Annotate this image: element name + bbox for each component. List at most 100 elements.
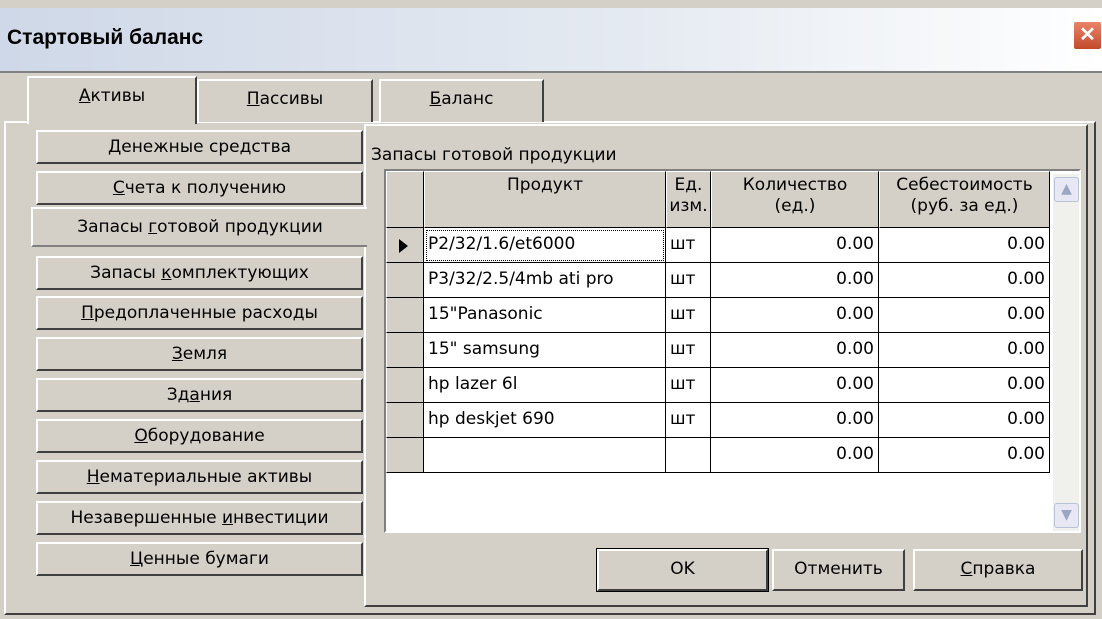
cancel-button[interactable]: Отменить [772, 549, 905, 591]
category-label-accel: а [189, 385, 200, 405]
column-header-unit-line2: изм. [669, 196, 708, 216]
cell-product[interactable]: 15" samsung [424, 333, 666, 368]
cell-cost[interactable]: 0.00 [879, 333, 1050, 368]
cell-product[interactable]: hp deskjet 690 [424, 403, 666, 438]
tab-aktivy[interactable]: Активы [27, 76, 197, 124]
category-button[interactable]: Счета к получению [36, 171, 363, 205]
cell-cost[interactable]: 0.00 [879, 263, 1050, 298]
column-header-cost-line1: Себестоимость [896, 175, 1033, 195]
tab-aktivy-accel: А [78, 86, 91, 106]
cell-unit[interactable] [666, 438, 711, 473]
tab-aktivy-label: ктивы [90, 86, 146, 106]
cell-quantity[interactable]: 0.00 [711, 403, 879, 438]
category-label-accel: С [112, 178, 125, 198]
row-indicator[interactable] [386, 263, 424, 298]
category-label-pre: Запасы [77, 217, 149, 237]
column-header-quantity[interactable]: Количество (ед.) [711, 171, 879, 228]
row-indicator[interactable] [386, 333, 424, 368]
row-indicator[interactable] [386, 403, 424, 438]
cell-quantity[interactable]: 0.00 [711, 368, 879, 403]
grid-corner-header [386, 171, 424, 228]
chevron-up-icon: ▲ [1061, 181, 1072, 197]
category-label-post: енные бумаги [143, 549, 269, 569]
row-indicator[interactable] [386, 368, 424, 403]
ok-button[interactable]: OK [596, 548, 769, 592]
cell-unit[interactable]: шт [666, 368, 711, 403]
category-label-pre: Запасы [90, 263, 162, 283]
scroll-down-button[interactable]: ▼ [1054, 503, 1079, 528]
cell-cost[interactable]: 0.00 [879, 298, 1050, 333]
products-grid[interactable]: Продукт Ед. изм. Количество (ед.) Себестоимос… [384, 169, 1081, 533]
tab-balans-accel: Б [429, 89, 442, 109]
cell-product[interactable]: P2/32/1.6/et6000 [424, 228, 666, 263]
cell-cost[interactable]: 0.00 [879, 228, 1050, 263]
cell-unit[interactable]: шт [666, 263, 711, 298]
help-button-accel: С [960, 559, 973, 579]
category-button[interactable]: Предоплаченные расходы [36, 296, 363, 330]
tab-passivy[interactable]: Пассивы [197, 79, 373, 122]
category-label-accel: З [171, 344, 183, 364]
category-label-pre: Незавершенные [70, 508, 222, 528]
cell-product[interactable]: 15"Panasonic [424, 298, 666, 333]
category-button[interactable]: Незавершенные инвестиции [36, 501, 363, 535]
panel-caption: Запасы готовой продукции [371, 145, 617, 165]
category-label-post: ния [199, 385, 233, 405]
category-button[interactable]: Запасы готовой продукции [31, 207, 367, 247]
column-header-unit[interactable]: Ед. изм. [666, 171, 711, 228]
cell-quantity[interactable]: 0.00 [711, 333, 879, 368]
chevron-down-icon: ▼ [1061, 507, 1072, 523]
cell-product[interactable] [424, 438, 666, 473]
window-title: Стартовый баланс [7, 26, 204, 49]
cell-quantity[interactable]: 0.00 [711, 228, 879, 263]
cell-quantity[interactable]: 0.00 [711, 438, 879, 473]
category-button[interactable]: Земля [36, 337, 363, 371]
category-label-post: ематериальные активы [99, 467, 313, 487]
category-label-post: чета к получению [124, 178, 287, 198]
row-indicator[interactable] [386, 298, 424, 333]
category-button[interactable]: Оборудование [36, 419, 363, 453]
cell-product[interactable]: hp lazer 6l [424, 368, 666, 403]
scroll-up-button[interactable]: ▲ [1054, 177, 1079, 202]
category-label-accel: О [134, 426, 148, 446]
category-button[interactable]: Нематериальные активы [36, 460, 363, 494]
tab-balans[interactable]: Баланс [379, 79, 544, 122]
current-row-arrow-icon [399, 239, 408, 253]
cell-quantity[interactable]: 0.00 [711, 263, 879, 298]
category-label-accel: к [161, 263, 172, 283]
cell-quantity[interactable]: 0.00 [711, 298, 879, 333]
dialog-window: Стартовый баланс ✕ Активы Пассивы Баланс… [0, 0, 1102, 619]
row-indicator[interactable] [386, 438, 424, 473]
category-button[interactable]: Здания [36, 378, 363, 412]
tab-balans-label: аланс [441, 89, 494, 109]
cell-unit[interactable]: шт [666, 298, 711, 333]
category-button[interactable]: Запасы комплектующих [36, 256, 363, 290]
cell-cost[interactable]: 0.00 [879, 368, 1050, 403]
column-header-unit-line1: Ед. [674, 175, 703, 195]
category-label-accel: Ц [130, 549, 144, 569]
category-button[interactable]: Денежные средства [36, 130, 363, 164]
title-bar[interactable]: Стартовый баланс [0, 8, 1102, 72]
cell-unit[interactable]: шт [666, 403, 711, 438]
row-indicator[interactable] [386, 228, 424, 263]
cell-cost[interactable]: 0.00 [879, 438, 1050, 473]
category-label-post: отовой продукции [157, 217, 323, 237]
category-label-post: енежные средства [121, 137, 292, 157]
category-button[interactable]: Ценные бумаги [36, 542, 363, 576]
help-button[interactable]: Справка [913, 549, 1083, 591]
category-label-accel: и [221, 508, 233, 528]
column-header-product[interactable]: Продукт [424, 171, 666, 228]
cell-cost[interactable]: 0.00 [879, 403, 1050, 438]
vertical-scrollbar[interactable] [1053, 174, 1079, 531]
category-label-post: омплектующих [171, 263, 309, 283]
cell-product[interactable]: P3/32/2.5/4mb ati pro [424, 263, 666, 298]
close-button[interactable]: ✕ [1073, 21, 1102, 50]
category-label-pre: Зд [166, 385, 190, 405]
category-label-post: емля [182, 344, 228, 364]
cell-unit[interactable]: шт [666, 228, 711, 263]
help-button-label: правка [972, 559, 1036, 579]
close-icon: ✕ [1079, 24, 1096, 46]
column-header-cost[interactable]: Себестоимость (руб. за ед.) [879, 171, 1050, 228]
category-label-accel: П [81, 303, 94, 323]
cell-unit[interactable]: шт [666, 333, 711, 368]
column-header-cost-line2: (руб. за ед.) [910, 196, 1019, 216]
